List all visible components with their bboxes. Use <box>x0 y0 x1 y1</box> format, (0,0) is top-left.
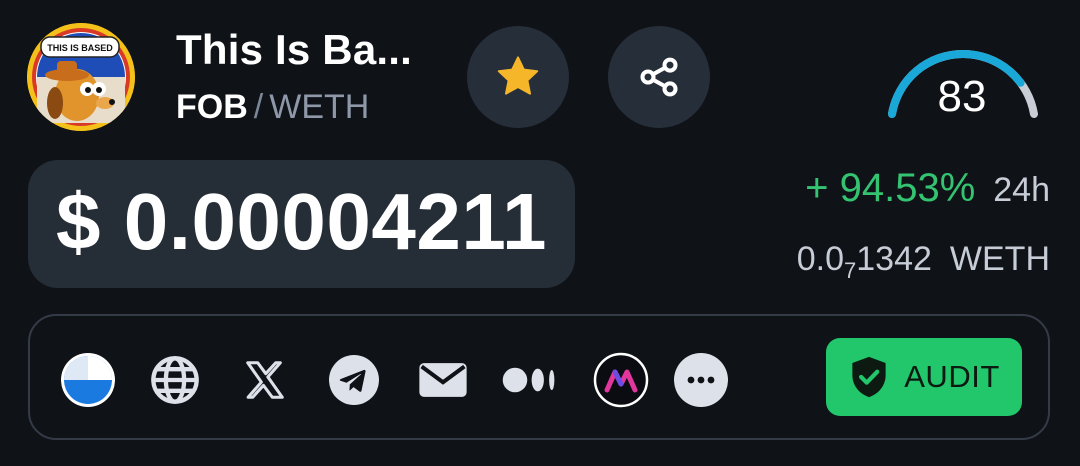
favorite-button[interactable] <box>467 26 569 128</box>
token-name: This Is Ba... <box>176 26 412 73</box>
app-icon <box>593 352 649 408</box>
app-link[interactable] <box>593 352 649 408</box>
medium-link[interactable] <box>501 352 557 408</box>
share-button[interactable] <box>608 26 710 128</box>
x-icon <box>246 361 284 399</box>
more-links-button[interactable] <box>673 352 729 408</box>
price-change-period: 24h <box>993 171 1050 209</box>
token-pair: FOB / WETH <box>176 88 369 127</box>
medium-icon <box>502 367 555 393</box>
audit-button[interactable]: AUDIT <box>826 338 1022 416</box>
share-icon <box>640 57 678 97</box>
mail-icon <box>419 363 467 397</box>
audit-label: AUDIT <box>904 359 1000 394</box>
price-change-pct: + 94.53% <box>805 166 976 210</box>
weth-digits: 1342 <box>856 240 932 278</box>
shield-check-icon <box>852 356 886 398</box>
price-usd: $ 0.00004211 <box>56 177 547 266</box>
chart-link[interactable] <box>60 352 116 408</box>
weth-prefix: 0.0 <box>796 240 845 278</box>
star-icon <box>497 56 539 95</box>
telegram-icon <box>329 355 379 405</box>
email-link[interactable] <box>415 352 471 408</box>
token-header: THIS IS BASED This Is Ba... FOB / WETH 8… <box>0 0 1080 466</box>
weth-unit: WETH <box>949 240 1050 278</box>
telegram-link[interactable] <box>326 352 382 408</box>
token-avatar: THIS IS BASED <box>27 23 135 131</box>
score-value: 83 <box>937 72 987 121</box>
more-icon <box>674 353 728 407</box>
quote-symbol: WETH <box>269 88 370 126</box>
price-change: + 94.53% 24h <box>805 166 1050 211</box>
pair-separator: / <box>253 88 264 126</box>
twitter-link[interactable] <box>237 352 293 408</box>
price-weth: 0.071342 WETH <box>797 240 1050 284</box>
chart-icon <box>61 353 115 407</box>
globe-icon <box>151 356 199 404</box>
website-link[interactable] <box>147 352 203 408</box>
avatar-speech-text: THIS IS BASED <box>47 43 113 53</box>
base-symbol: FOB <box>176 88 248 126</box>
weth-zero-count: 7 <box>844 258 857 283</box>
